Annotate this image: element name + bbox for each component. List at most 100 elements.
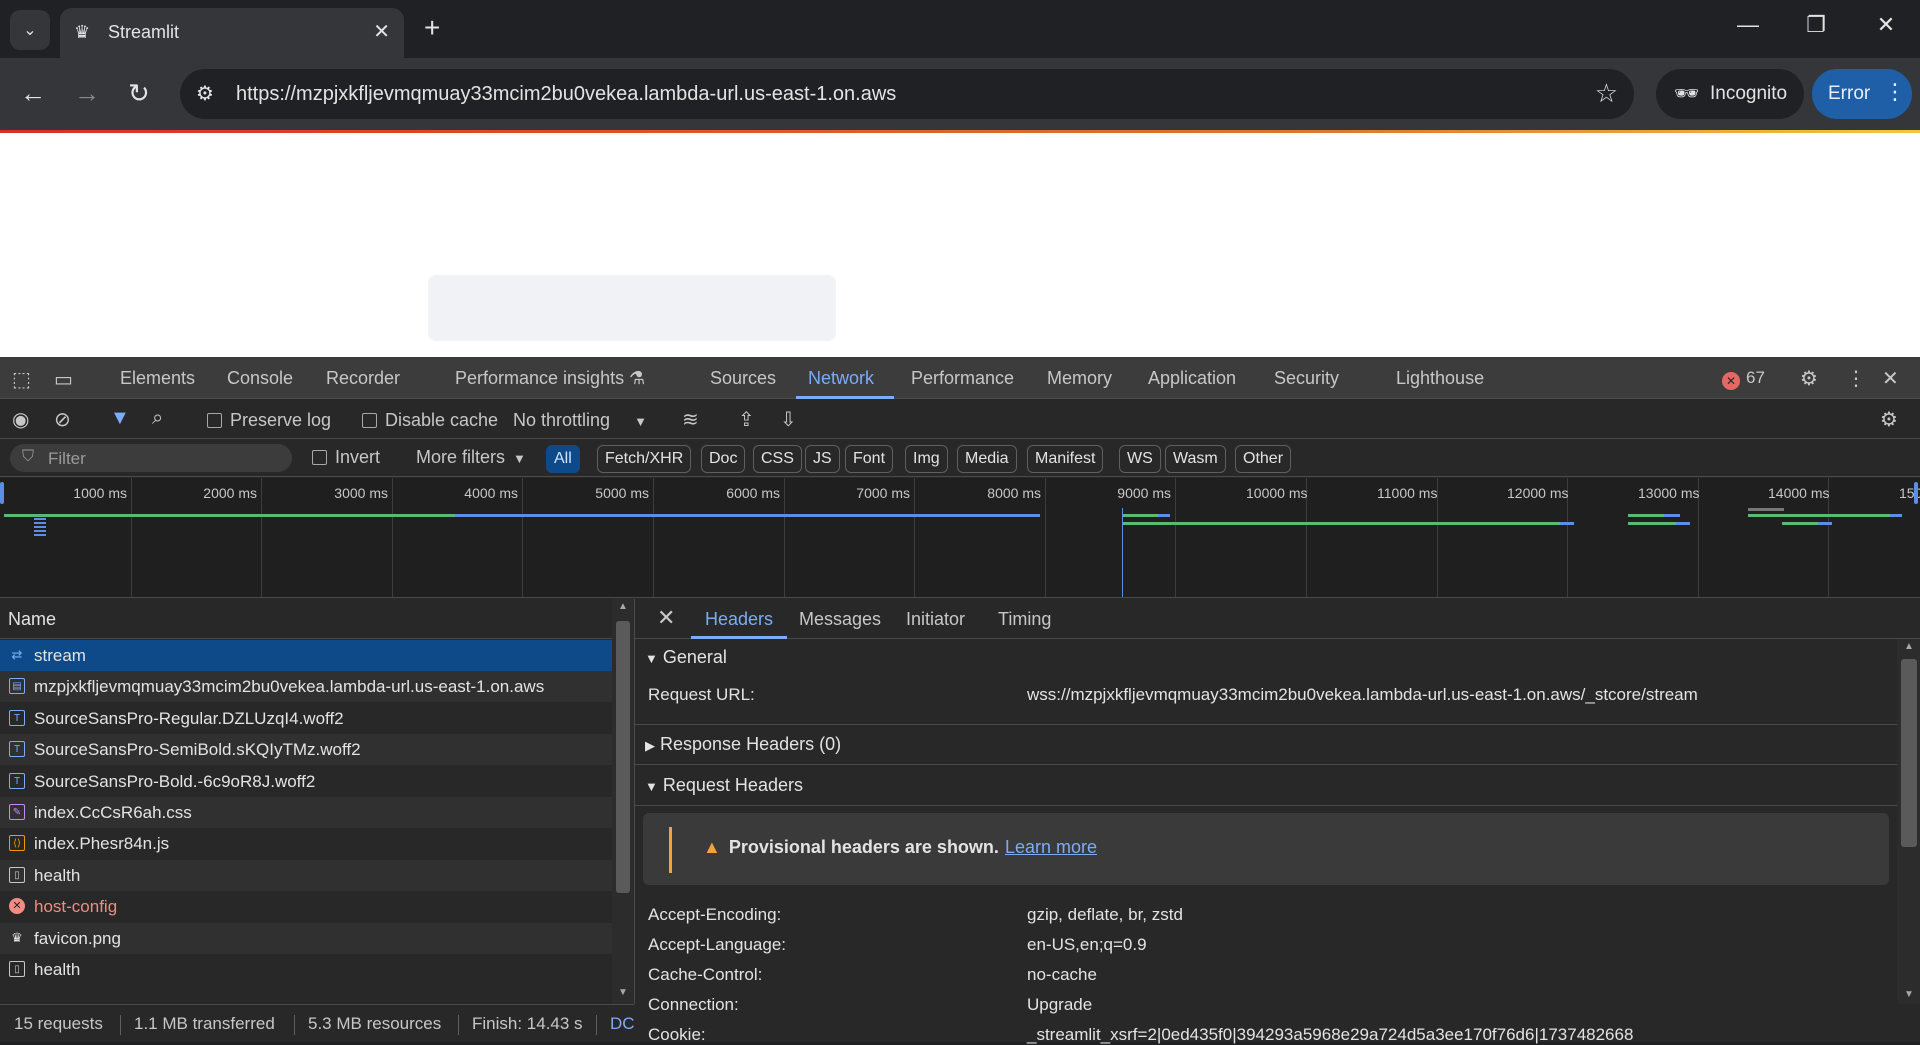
general-toggle[interactable]: ▼ General — [645, 647, 727, 668]
tab-elements[interactable]: Elements — [120, 368, 195, 389]
close-window-icon[interactable]: ✕ — [1866, 12, 1906, 38]
tab-lighthouse[interactable]: Lighthouse — [1396, 368, 1484, 389]
range-handle-left[interactable] — [0, 482, 4, 504]
disable-cache-checkbox[interactable]: Disable cache — [362, 410, 498, 431]
skeleton-placeholder — [428, 275, 836, 341]
timeline-gridline — [784, 478, 785, 597]
request-row[interactable]: ✕ host-config — [0, 891, 612, 922]
request-headers-toggle[interactable]: ▼ Request Headers — [645, 775, 803, 796]
type-chip-media[interactable]: Media — [957, 445, 1017, 473]
forward-icon[interactable]: → — [74, 78, 100, 109]
type-chip-font[interactable]: Font — [845, 445, 894, 473]
timeline-gridline — [1045, 478, 1046, 597]
tab-initiator[interactable]: Initiator — [906, 609, 965, 630]
search-icon[interactable]: ⌕ — [152, 407, 163, 430]
filter-input[interactable]: ⛉ Filter — [10, 444, 292, 472]
request-row[interactable]: ✎ index.CcCsR6ah.css — [0, 797, 612, 828]
tab-recorder[interactable]: Recorder — [326, 368, 400, 389]
tab-memory[interactable]: Memory — [1047, 368, 1112, 389]
scroll-down-icon[interactable]: ▼ — [618, 987, 628, 998]
response-headers-toggle[interactable]: ▶ Response Headers (0) — [645, 734, 841, 755]
inspect-element-icon[interactable]: ⬚ — [12, 367, 31, 392]
browser-tab[interactable]: ♛ Streamlit ✕ — [60, 8, 404, 58]
record-icon[interactable]: ◉ — [12, 407, 29, 432]
close-devtools-icon[interactable]: ✕ — [1882, 366, 1899, 391]
invert-checkbox[interactable]: Invert — [312, 447, 380, 468]
timeline-tick-label: 7000 ms — [856, 485, 910, 501]
error-button[interactable]: Error ⋮ — [1812, 69, 1912, 119]
type-chip-all[interactable]: All — [546, 445, 580, 473]
filter-icon[interactable]: ▼ — [110, 407, 130, 430]
new-tab-button[interactable]: + — [424, 12, 440, 44]
tab-sources[interactable]: Sources — [710, 368, 776, 389]
header-key: Accept-Encoding: — [648, 905, 782, 924]
type-chip-css[interactable]: CSS — [753, 445, 802, 473]
tab-performance-insights[interactable]: Performance insights — [455, 368, 624, 389]
request-row[interactable]: ⇄ stream — [0, 640, 612, 671]
type-chip-doc[interactable]: Doc — [701, 445, 746, 473]
request-row[interactable]: T SourceSansPro-Regular.DZLUzqI4.woff2 — [0, 703, 612, 734]
export-har-icon[interactable]: ⇩ — [780, 407, 797, 432]
more-vert-icon[interactable]: ⋮ — [1846, 366, 1866, 391]
network-overview-timeline[interactable]: 1000 ms 2000 ms 3000 ms 4000 ms 5000 ms 6000 … — [0, 478, 1920, 598]
tab-security[interactable]: Security — [1274, 368, 1339, 389]
error-counter[interactable]: ✕ 67 — [1722, 368, 1765, 390]
import-har-icon[interactable]: ⇪ — [738, 407, 755, 432]
timeline-tick-label: 14000 ms — [1768, 485, 1830, 501]
back-icon[interactable]: ← — [20, 78, 46, 109]
tab-performance[interactable]: Performance — [911, 368, 1014, 389]
scrollbar-thumb[interactable] — [1901, 659, 1917, 847]
tab-application[interactable]: Application — [1148, 368, 1236, 389]
type-chip-ws[interactable]: WS — [1119, 445, 1161, 473]
request-row[interactable]: ▯ health — [0, 954, 612, 985]
timeline-tick-label: 9000 ms — [1117, 485, 1171, 501]
close-details-icon[interactable]: ✕ — [657, 605, 675, 631]
settings-gear-icon[interactable]: ⚙ — [1800, 366, 1818, 391]
scrollbar-thumb[interactable] — [616, 621, 630, 893]
request-row[interactable]: ♛ favicon.png — [0, 922, 612, 954]
tab-headers[interactable]: Headers — [705, 609, 773, 630]
type-chip-other[interactable]: Other — [1235, 445, 1292, 473]
tab-network[interactable]: Network — [808, 368, 874, 389]
close-tab-icon[interactable]: ✕ — [373, 19, 390, 44]
type-chip-wasm[interactable]: Wasm — [1165, 445, 1226, 473]
throttling-select[interactable]: No throttling ▼ — [513, 410, 647, 431]
request-row[interactable]: ⟨⟩ index.Phesr84n.js — [0, 828, 612, 859]
type-chip-js[interactable]: JS — [805, 445, 840, 473]
tab-timing[interactable]: Timing — [998, 609, 1051, 630]
tab-messages[interactable]: Messages — [799, 609, 881, 630]
more-filters-dropdown[interactable]: More filters ▼ — [416, 447, 526, 468]
timeline-tick-label: 2000 ms — [203, 485, 257, 501]
request-list-scrollbar[interactable]: ▲ ▼ — [612, 599, 634, 1004]
scroll-down-icon[interactable]: ▼ — [1904, 989, 1914, 1000]
tab-console[interactable]: Console — [227, 368, 293, 389]
network-conditions-icon[interactable]: ≋ — [682, 407, 699, 432]
address-bar[interactable]: ⚙ https://mzpjxkfljevmqmuay33mcim2bu0vek… — [180, 69, 1634, 119]
preserve-log-checkbox[interactable]: Preserve log — [207, 410, 331, 431]
range-handle-right[interactable] — [1914, 482, 1918, 504]
request-row[interactable]: T SourceSansPro-Bold.-6c9oR8J.woff2 — [0, 766, 612, 797]
type-chip-fetch-xhr[interactable]: Fetch/XHR — [597, 445, 692, 473]
details-scrollbar[interactable]: ▲ ▼ — [1897, 639, 1920, 1004]
minimize-icon[interactable]: — — [1728, 12, 1768, 38]
timeline-gridline — [392, 478, 393, 597]
timeline-request-bar — [34, 522, 46, 524]
name-column-header[interactable]: Name — [0, 599, 612, 639]
request-row[interactable]: T SourceSansPro-SemiBold.sKQIyTMz.woff2 — [0, 734, 612, 766]
type-chip-img[interactable]: Img — [905, 445, 948, 473]
tab-search-button[interactable]: ⌄ — [10, 10, 50, 50]
restore-icon[interactable]: ❐ — [1796, 12, 1836, 38]
request-row[interactable]: ▤ mzpjxkfljevmqmuay33mcim2bu0vekea.lambda… — [0, 671, 612, 703]
scroll-up-icon[interactable]: ▲ — [618, 601, 628, 612]
scroll-up-icon[interactable]: ▲ — [1904, 641, 1914, 652]
reload-icon[interactable]: ↻ — [128, 78, 150, 109]
device-toolbar-icon[interactable]: ▭ — [54, 367, 73, 392]
learn-more-link[interactable]: Learn more — [1005, 837, 1097, 857]
clear-icon[interactable]: ⊘ — [54, 407, 71, 432]
bookmark-star-icon[interactable]: ☆ — [1595, 78, 1618, 109]
network-settings-icon[interactable]: ⚙ — [1880, 407, 1898, 432]
request-row[interactable]: ▯ health — [0, 859, 612, 891]
site-info-icon[interactable]: ⚙ — [196, 81, 214, 106]
incognito-badge[interactable]: 🕶 Incognito — [1656, 69, 1804, 119]
type-chip-manifest[interactable]: Manifest — [1027, 445, 1104, 473]
